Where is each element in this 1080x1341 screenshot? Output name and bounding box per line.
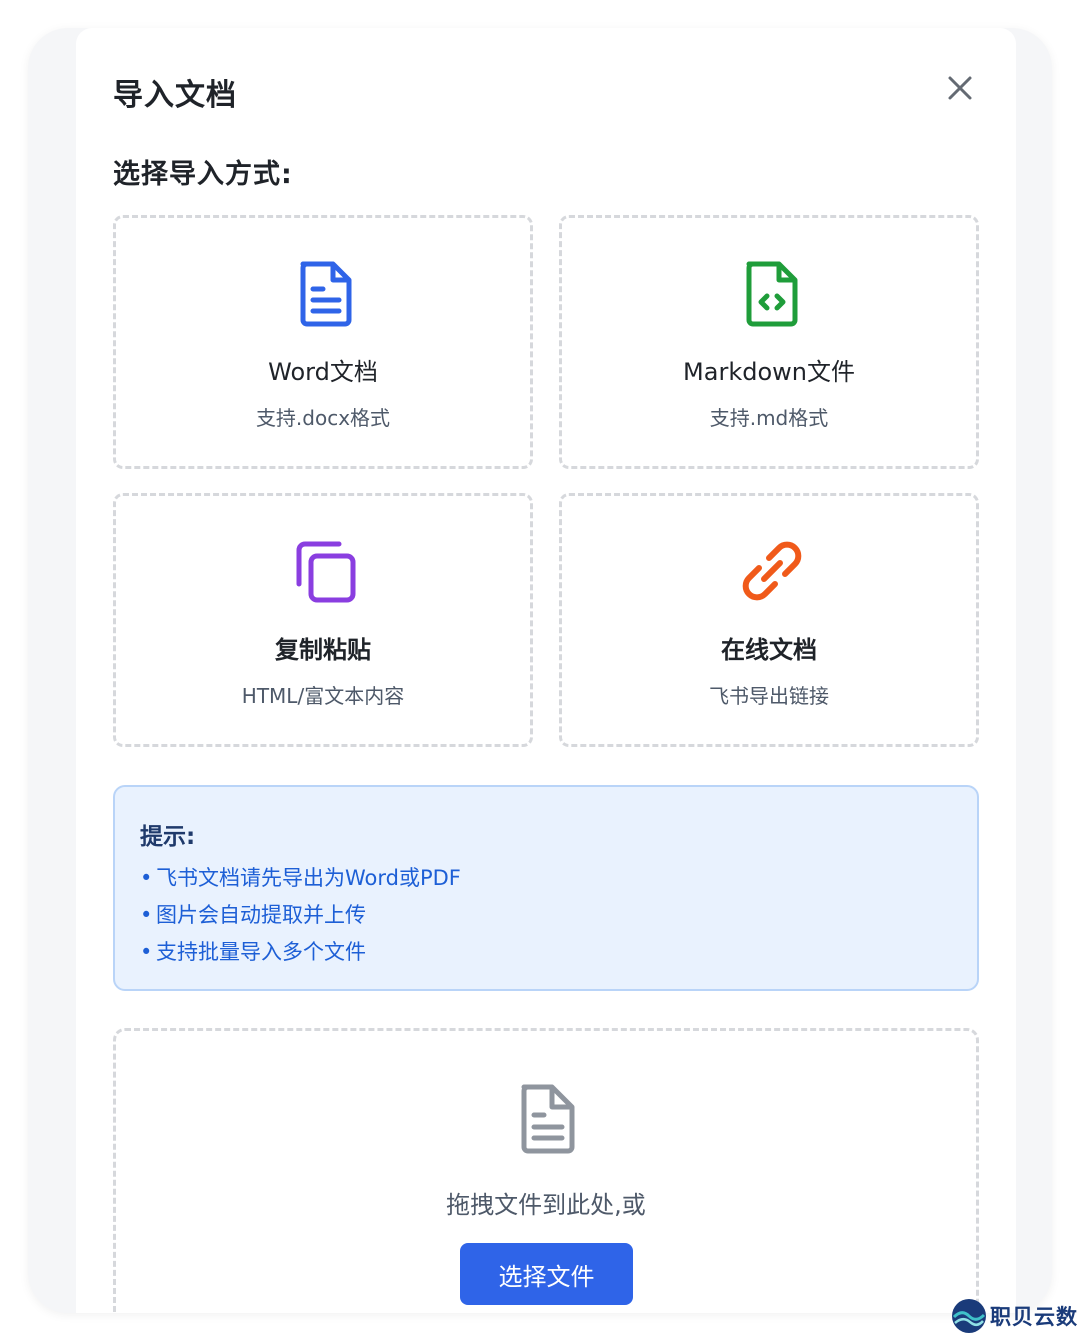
option-desc: 支持.docx格式: [255, 406, 391, 430]
copy-icon: [296, 541, 356, 603]
option-desc: HTML/富文本内容: [241, 684, 405, 708]
option-title: Word文档: [268, 358, 378, 386]
import-dialog: 导入文档 选择导入方式: Word文档 支持.docx格式 Markdown文件…: [76, 28, 1016, 1313]
option-title: 复制粘贴: [275, 636, 371, 664]
close-button[interactable]: [942, 70, 978, 106]
close-icon: [948, 76, 972, 100]
option-markdown[interactable]: Markdown文件 支持.md格式: [559, 215, 979, 469]
bullet: •: [140, 903, 153, 927]
drop-hint: 拖拽文件到此处,或: [446, 1191, 646, 1219]
tips-title: 提示:: [140, 824, 196, 850]
option-desc: 飞书导出链接: [709, 684, 829, 708]
tip-text: 图片会自动提取并上传: [156, 903, 366, 927]
import-method-label: 选择导入方式:: [113, 159, 293, 190]
select-file-button[interactable]: 选择文件: [460, 1243, 633, 1305]
option-desc: 支持.md格式: [709, 406, 829, 430]
watermark-text: 职贝云数: [990, 1305, 1078, 1329]
bullet: •: [140, 940, 153, 964]
file-icon: [521, 1084, 575, 1154]
file-drop-zone[interactable]: 拖拽文件到此处,或 选择文件: [113, 1028, 979, 1313]
tips-panel: 提示: • 飞书文档请先导出为Word或PDF • 图片会自动提取并上传 • 支持批量…: [113, 785, 979, 991]
option-word[interactable]: Word文档 支持.docx格式: [113, 215, 533, 469]
brand-logo-icon: [952, 1299, 986, 1333]
tip-item: • 飞书文档请先导出为Word或PDF: [140, 863, 461, 900]
dialog-title: 导入文档: [113, 78, 237, 113]
option-online[interactable]: 在线文档 飞书导出链接: [559, 493, 979, 747]
tip-item: • 支持批量导入多个文件: [140, 937, 461, 974]
app-frame: 导入文档 选择导入方式: Word文档 支持.docx格式 Markdown文件…: [28, 28, 1052, 1313]
bullet: •: [140, 866, 153, 890]
link-icon: [742, 541, 802, 601]
option-title: Markdown文件: [683, 358, 855, 386]
option-paste[interactable]: 复制粘贴 HTML/富文本内容: [113, 493, 533, 747]
tip-item: • 图片会自动提取并上传: [140, 900, 461, 937]
watermark: 职贝云数: [950, 1296, 1078, 1336]
tips-list: • 飞书文档请先导出为Word或PDF • 图片会自动提取并上传 • 支持批量导入多个…: [140, 863, 461, 974]
document-icon: [300, 261, 352, 327]
code-file-icon: [746, 261, 798, 327]
tip-text: 飞书文档请先导出为Word或PDF: [156, 866, 461, 890]
tip-text: 支持批量导入多个文件: [156, 940, 366, 964]
option-title: 在线文档: [721, 636, 817, 664]
